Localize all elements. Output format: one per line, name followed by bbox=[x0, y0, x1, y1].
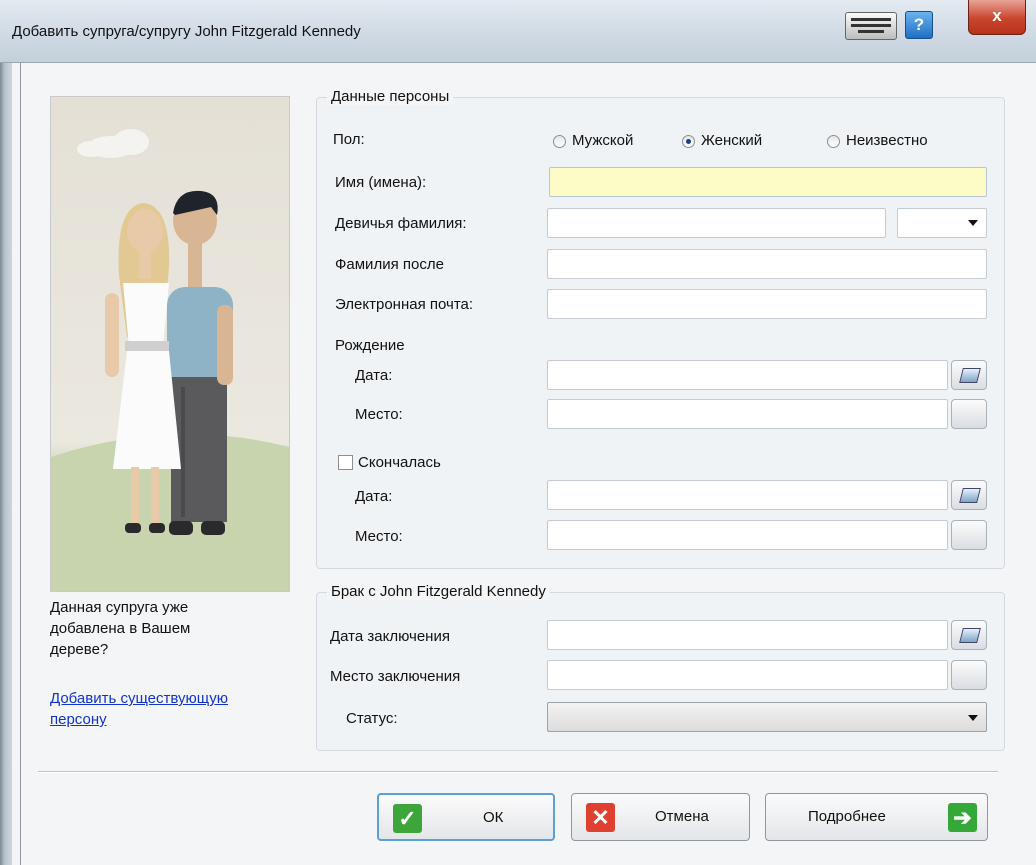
cancel-button[interactable]: ✕ Отмена bbox=[571, 793, 750, 841]
death-date-label: Дата: bbox=[355, 488, 393, 505]
death-date-calendar-button[interactable] bbox=[951, 480, 987, 510]
already-added-question: Данная супруга уже добавлена в Вашем дер… bbox=[50, 597, 190, 660]
email-label: Электронная почта: bbox=[335, 296, 474, 313]
death-date-input[interactable] bbox=[547, 480, 948, 510]
marriage-place-picker-button[interactable] bbox=[951, 660, 987, 690]
question-line-3: дереве? bbox=[50, 641, 109, 658]
close-x-icon: ✕ bbox=[586, 803, 615, 832]
deceased-label[interactable]: Скончалась bbox=[358, 454, 441, 471]
birth-place-input[interactable] bbox=[547, 399, 948, 429]
calendar-icon bbox=[959, 628, 981, 643]
maiden-name-label: Девичья фамилия: bbox=[335, 215, 467, 232]
link-line-1[interactable]: Добавить существующую bbox=[50, 690, 228, 707]
gender-female-label[interactable]: Женский bbox=[701, 132, 762, 149]
marriage-place-label: Место заключения bbox=[330, 668, 461, 685]
death-place-label: Место: bbox=[355, 528, 403, 545]
marriage-status-select[interactable] bbox=[547, 702, 987, 732]
question-line-1: Данная супруга уже bbox=[50, 599, 189, 616]
birth-date-input[interactable] bbox=[547, 360, 948, 390]
gender-male-radio[interactable] bbox=[553, 135, 566, 148]
email-input[interactable] bbox=[547, 289, 987, 319]
arrow-right-icon: ➔ bbox=[948, 803, 977, 832]
calendar-icon bbox=[959, 488, 981, 503]
ok-button-label: ОК bbox=[483, 809, 504, 826]
suffix-select[interactable] bbox=[897, 208, 987, 238]
link-line-2[interactable]: персону bbox=[50, 711, 107, 728]
desktop-edge bbox=[0, 0, 12, 865]
death-place-input[interactable] bbox=[547, 520, 948, 550]
birth-section-label: Рождение bbox=[335, 337, 405, 354]
window-title: Добавить супруга/супругу John Fitzgerald… bbox=[12, 23, 361, 40]
birth-place-label: Место: bbox=[355, 406, 403, 423]
marriage-legend: Брак с John Fitzgerald Kennedy bbox=[327, 583, 550, 600]
close-button[interactable]: x bbox=[968, 0, 1026, 35]
married-name-input[interactable] bbox=[547, 249, 987, 279]
birth-place-picker-button[interactable] bbox=[951, 399, 987, 429]
birth-date-label: Дата: bbox=[355, 367, 393, 384]
marriage-date-label: Дата заключения bbox=[330, 628, 450, 645]
marriage-date-input[interactable] bbox=[547, 620, 948, 650]
checkmark-icon: ✓ bbox=[393, 804, 422, 833]
marriage-status-label: Статус: bbox=[346, 710, 398, 727]
maiden-name-input[interactable] bbox=[547, 208, 886, 238]
more-button-label: Подробнее bbox=[808, 808, 886, 825]
first-name-input[interactable] bbox=[549, 167, 987, 197]
footer-divider bbox=[38, 771, 998, 773]
chevron-down-icon bbox=[968, 715, 978, 721]
deceased-checkbox[interactable] bbox=[338, 455, 353, 470]
gender-unknown-label[interactable]: Неизвестно bbox=[846, 132, 928, 149]
gender-unknown-radio[interactable] bbox=[827, 135, 840, 148]
marriage-place-input[interactable] bbox=[547, 660, 948, 690]
couple-illustration-svg bbox=[51, 129, 289, 591]
birth-date-calendar-button[interactable] bbox=[951, 360, 987, 390]
add-existing-person-link[interactable]: Добавить существующую персону bbox=[50, 690, 228, 728]
gender-female-radio[interactable] bbox=[682, 135, 695, 148]
ok-button[interactable]: ✓ ОК bbox=[377, 793, 555, 841]
person-data-legend: Данные персоны bbox=[327, 88, 454, 105]
gender-label: Пол: bbox=[333, 131, 365, 148]
more-button[interactable]: Подробнее ➔ bbox=[765, 793, 988, 841]
death-place-picker-button[interactable] bbox=[951, 520, 987, 550]
chevron-down-icon bbox=[968, 220, 978, 226]
first-name-label: Имя (имена): bbox=[335, 174, 427, 191]
marriage-date-calendar-button[interactable] bbox=[951, 620, 987, 650]
married-name-label: Фамилия после bbox=[335, 256, 444, 273]
gender-male-label[interactable]: Мужской bbox=[572, 132, 633, 149]
question-line-2: добавлена в Вашем bbox=[50, 620, 191, 637]
add-existing-person-link-block[interactable]: Добавить существующую персону bbox=[50, 688, 228, 730]
cancel-button-label: Отмена bbox=[655, 808, 709, 825]
keyboard-icon[interactable] bbox=[845, 12, 897, 40]
calendar-icon bbox=[959, 368, 981, 383]
couple-illustration bbox=[50, 96, 290, 592]
help-button[interactable]: ? bbox=[905, 11, 933, 39]
